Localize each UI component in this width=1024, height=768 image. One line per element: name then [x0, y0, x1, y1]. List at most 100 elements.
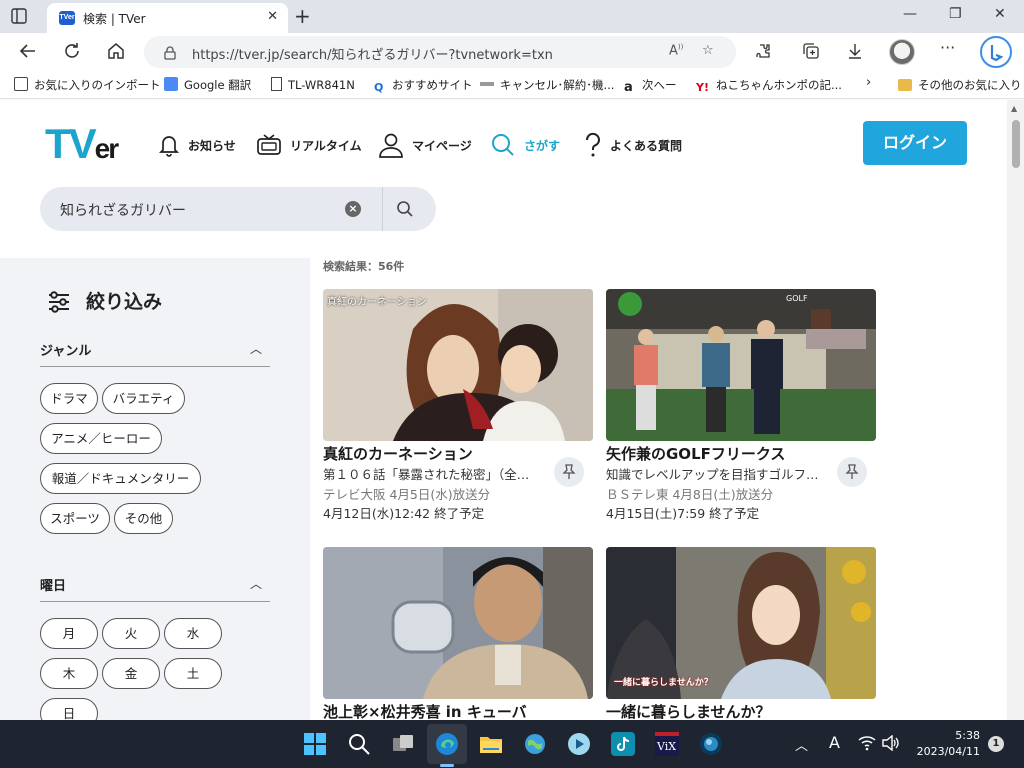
card-title[interactable]: 池上彰×松井秀喜 in キューバ	[323, 701, 593, 720]
favorite-amazon[interactable]: a 次へー	[624, 77, 677, 95]
collections-icon[interactable]	[802, 42, 820, 64]
favorite-cancel[interactable]: キャンセル･解約･機...	[480, 77, 614, 93]
genre-chip-sports[interactable]: スポーツ	[40, 503, 110, 534]
genre-chip-anime[interactable]: アニメ／ヒーロー	[40, 423, 162, 454]
search-icon	[492, 134, 514, 156]
tab-strip: TVer 検索 | TVer ✕ + — ❐ ✕	[0, 0, 1024, 33]
tiktok-icon[interactable]	[611, 732, 635, 756]
nav-search[interactable]: さがす	[490, 130, 560, 160]
close-tab-icon[interactable]: ✕	[267, 9, 278, 24]
nav-label: よくある質問	[610, 138, 683, 153]
home-icon[interactable]	[106, 41, 128, 63]
favorite-import[interactable]: お気に入りのインポート	[14, 77, 161, 93]
page-scrollbar[interactable]: ▲	[1007, 100, 1024, 720]
notification-badge[interactable]: 1	[988, 736, 1004, 752]
address-bar[interactable]: https://tver.jp/search/知られざるガリバー?tvnetwo…	[144, 36, 736, 68]
favorite-pin-button[interactable]	[554, 457, 584, 487]
weekday-section-title: 曜日	[40, 579, 67, 594]
chevron-right-icon[interactable]: ›	[866, 75, 871, 90]
read-aloud-icon[interactable]: A))	[669, 43, 683, 58]
more-menu-icon[interactable]: ···	[940, 38, 955, 57]
filter-sliders-icon	[47, 291, 71, 317]
thumbnail-ikegami[interactable]	[323, 547, 593, 699]
thumbnail-carnation[interactable]: 真紅のカーネーション	[323, 289, 593, 441]
favorite-google-translate[interactable]: Google 翻訳	[164, 77, 251, 93]
thumbnail-caption: 一緒に暮らしませんか？	[614, 678, 713, 688]
card-title[interactable]: 一緒に暮らしませんか？	[606, 701, 876, 720]
nav-mypage[interactable]: マイページ	[378, 130, 472, 160]
volume-icon[interactable]	[882, 734, 900, 755]
favorite-label: お気に入りのインポート	[34, 78, 161, 92]
edge-icon[interactable]	[435, 732, 459, 756]
lock-icon[interactable]	[164, 45, 176, 64]
nav-notifications[interactable]: お知らせ	[158, 130, 236, 160]
card-station: テレビ大阪 4月5日(水)放送分	[323, 487, 491, 502]
browser-tab[interactable]: TVer 検索 | TVer ✕	[47, 3, 288, 33]
weekday-chip-mon[interactable]: 月	[40, 618, 98, 649]
downloads-icon[interactable]	[846, 42, 864, 64]
scrollbar-thumb[interactable]	[1012, 120, 1020, 168]
clear-search-icon[interactable]: ×	[345, 201, 361, 217]
amazon-icon: a	[624, 80, 633, 95]
minimize-icon[interactable]: —	[903, 6, 917, 22]
task-view-icon[interactable]	[391, 732, 415, 756]
vix-icon[interactable]: ViX	[655, 732, 679, 756]
ime-indicator[interactable]: A	[829, 733, 840, 752]
user-icon	[379, 133, 403, 158]
bing-chat-icon[interactable]	[980, 36, 1012, 68]
wifi-icon[interactable]	[858, 735, 876, 755]
weekday-chip-sun[interactable]: 日	[40, 698, 98, 720]
maps-icon[interactable]	[523, 732, 547, 756]
favorite-other-folder[interactable]: その他のお気に入り	[898, 77, 1022, 93]
filter-panel: 絞り込み ジャンル ︿ ドラマ バラエティ アニメ／ヒーロー 報道／ドキュメンタ…	[0, 258, 310, 720]
clock-time: 5:38	[955, 729, 980, 742]
url-text[interactable]: https://tver.jp/search/知られざるガリバー?tvnetwo…	[192, 44, 553, 63]
refresh-icon[interactable]	[62, 41, 84, 63]
search-divider	[382, 187, 383, 231]
tver-logo[interactable]: TVer	[45, 120, 119, 168]
search-input[interactable]: 知られざるガリバー ×	[40, 187, 436, 231]
tray-chevron-up-icon[interactable]: ︿	[795, 735, 808, 754]
weekday-chip-thu[interactable]: 木	[40, 658, 98, 689]
weekday-chevron-up-icon[interactable]: ︿	[250, 575, 262, 592]
new-tab-icon[interactable]: +	[294, 4, 311, 28]
weekday-chip-fri[interactable]: 金	[102, 658, 160, 689]
add-favorite-icon[interactable]: ☆	[702, 43, 714, 58]
favorite-nekochan[interactable]: Y! ねこちゃんホンポの記...	[696, 77, 842, 95]
weekday-chip-sat[interactable]: 土	[164, 658, 222, 689]
restore-icon[interactable]: ❐	[949, 6, 962, 22]
thumbnail-golf[interactable]: GOLF	[606, 289, 876, 441]
favorite-pin-button[interactable]	[837, 457, 867, 487]
nav-faq[interactable]: よくある質問	[584, 130, 682, 160]
genre-chip-drama[interactable]: ドラマ	[40, 383, 98, 414]
genre-chip-variety[interactable]: バラエティ	[102, 383, 185, 414]
system-clock[interactable]: 5:38 2023/04/11	[912, 728, 980, 760]
card-title[interactable]: 矢作兼のGOLFフリークス	[606, 443, 876, 464]
search-query[interactable]: 知られざるガリバー	[60, 200, 186, 220]
search-submit-icon[interactable]	[396, 200, 414, 222]
scroll-up-icon[interactable]: ▲	[1011, 104, 1017, 113]
media-player-icon[interactable]	[567, 732, 591, 756]
globe-app-icon[interactable]	[699, 732, 723, 756]
question-icon	[585, 132, 600, 157]
back-icon[interactable]	[18, 41, 40, 63]
login-button[interactable]: ログイン	[863, 121, 967, 165]
thumbnail-issho[interactable]: 一緒に暮らしませんか？	[606, 547, 876, 699]
weekday-chip-wed[interactable]: 水	[164, 618, 222, 649]
file-explorer-icon[interactable]	[479, 732, 503, 756]
favorite-recommended[interactable]: Q おすすめサイト	[374, 77, 473, 95]
weekday-chip-tue[interactable]: 火	[102, 618, 160, 649]
profile-avatar[interactable]	[889, 39, 915, 65]
extensions-icon[interactable]	[754, 42, 772, 64]
start-icon[interactable]	[303, 732, 327, 756]
tab-title: 検索 | TVer	[83, 12, 146, 26]
close-window-icon[interactable]: ✕	[994, 6, 1006, 22]
nav-realtime[interactable]: リアルタイム	[256, 130, 362, 160]
card-title[interactable]: 真紅のカーネーション	[323, 443, 593, 464]
tab-actions-icon[interactable]	[10, 7, 28, 25]
genre-chip-news[interactable]: 報道／ドキュメンタリー	[40, 463, 201, 494]
favorite-tl-wr841n[interactable]: TL-WR841N	[271, 77, 355, 92]
search-icon[interactable]	[347, 732, 371, 756]
genre-chip-other[interactable]: その他	[114, 503, 173, 534]
genre-chevron-up-icon[interactable]: ︿	[250, 340, 262, 357]
